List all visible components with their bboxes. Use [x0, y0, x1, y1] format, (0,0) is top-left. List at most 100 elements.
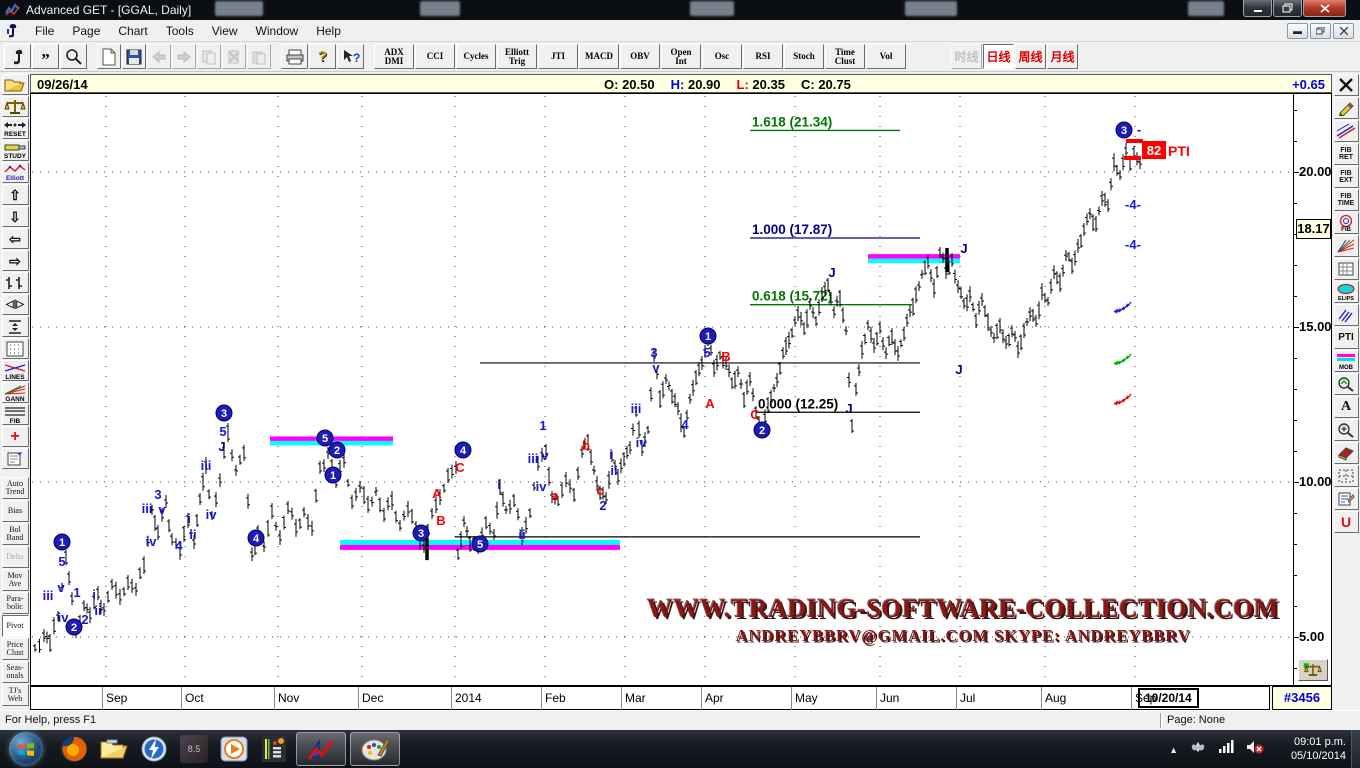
taskbar-icon-paint[interactable] — [350, 732, 400, 766]
indicator-rsi[interactable]: RSI — [743, 44, 783, 69]
indicator-elliott-trig[interactable]: ElliottTrig — [497, 44, 537, 69]
window-close-button[interactable] — [1303, 0, 1346, 17]
child-restore-button[interactable] — [1310, 23, 1331, 39]
window-restore-button[interactable] — [1273, 0, 1302, 17]
save-button[interactable] — [122, 44, 146, 69]
arrow-down-button[interactable]: ⇩ — [2, 206, 29, 227]
tray-icon-hidden-icons[interactable]: ▲ — [1169, 740, 1178, 758]
menu-page[interactable]: Page — [63, 21, 109, 41]
expand-horizontal-button[interactable]: ◁|▷ — [2, 294, 29, 315]
menu-tools[interactable]: Tools — [157, 21, 203, 41]
next-page-button[interactable] — [172, 44, 196, 69]
bar-width-button[interactable] — [2, 272, 29, 293]
study-parabolic-button[interactable]: Para-bolic — [2, 592, 29, 614]
red-cross-button[interactable]: + — [2, 426, 29, 447]
reset-button[interactable]: RESET — [2, 118, 29, 139]
study-delta-button[interactable]: Delta — [2, 546, 29, 568]
elliott-button[interactable]: Elliott — [2, 162, 29, 183]
fan-lines-button[interactable] — [1334, 235, 1359, 257]
annotation-button[interactable] — [2, 448, 29, 469]
indicator-jti[interactable]: JTI — [538, 44, 578, 69]
delete-page-button[interactable] — [222, 44, 246, 69]
taskbar-icon-volume-mixer[interactable] — [254, 731, 294, 767]
fib-ret-button[interactable]: FIBRET — [1334, 143, 1359, 165]
eraser-button[interactable] — [1334, 442, 1359, 464]
study-priceclust-button[interactable]: PriceClust — [2, 638, 29, 660]
taskbar-icon-advanced-get[interactable] — [296, 732, 346, 766]
menu-view[interactable]: View — [203, 21, 247, 41]
mob-tool-button[interactable]: MOB — [1334, 350, 1359, 372]
new-chart-button[interactable] — [97, 44, 121, 69]
indicator-vol[interactable]: Vol — [866, 44, 906, 69]
taskbar-clock[interactable]: 09:01 p.m. 05/10/2014 — [1291, 735, 1346, 763]
indicator-time-clust[interactable]: TimeClust — [825, 44, 865, 69]
indicator-stoch[interactable]: Stoch — [784, 44, 824, 69]
pencil-button[interactable] — [1334, 97, 1359, 119]
indicator-osc[interactable]: Osc — [702, 44, 742, 69]
arrow-up-button[interactable]: ⇧ — [2, 184, 29, 205]
window-minimize-button[interactable] — [1243, 0, 1272, 17]
period-月线[interactable]: 月线 — [1047, 44, 1078, 69]
indicator-macd[interactable]: MACD — [579, 44, 619, 69]
grid-dots-button[interactable] — [2, 338, 29, 359]
study-pivot-button[interactable]: Pivot — [2, 615, 29, 637]
period-日线[interactable]: 日线 — [983, 44, 1014, 69]
compress-vertical-button[interactable] — [2, 316, 29, 337]
tray-icon-volume-muted[interactable] — [1246, 740, 1264, 759]
ellipse-tool-button[interactable]: ELIPS — [1334, 281, 1359, 303]
grid-tool-button[interactable] — [1334, 258, 1359, 280]
fib-ext-button[interactable]: FIBEXT — [1334, 166, 1359, 188]
gann-button[interactable]: GANN — [2, 382, 29, 403]
indicator-cycles[interactable]: Cycles — [456, 44, 496, 69]
chart-window-icon[interactable] — [4, 23, 20, 39]
price-axis[interactable]: 18.17 20.0015.0010.005.00 — [1294, 93, 1332, 686]
lines-button[interactable]: LINES — [2, 360, 29, 381]
indicator-cci[interactable]: CCI — [415, 44, 455, 69]
taskbar-icon-firefox[interactable] — [54, 731, 94, 767]
magnifier-button[interactable] — [60, 44, 87, 69]
paste-page-button[interactable] — [247, 44, 271, 69]
trend-lines-button[interactable] — [1334, 120, 1359, 142]
menu-file[interactable]: File — [26, 21, 63, 41]
pti-tool-button[interactable]: PTI — [1334, 327, 1359, 349]
indicator-open-int[interactable]: OpenInt — [661, 44, 701, 69]
study-bolband-button[interactable]: BolBand — [2, 523, 29, 545]
taskbar-icon-app-85[interactable]: 8.5 — [174, 731, 214, 767]
study-tjsweb-button[interactable]: TJ'sWeb — [2, 684, 29, 706]
arrow-right-button[interactable]: ⇨ — [2, 250, 29, 271]
child-close-button[interactable] — [1333, 23, 1354, 39]
show-desktop-button[interactable] — [1351, 730, 1360, 768]
study-bias-button[interactable]: Bias — [2, 500, 29, 522]
child-minimize-button[interactable]: ▬ — [1287, 23, 1308, 39]
text-tool-button[interactable]: A — [1334, 396, 1359, 418]
study-movave-button[interactable]: MovAve — [2, 569, 29, 591]
month-panel[interactable]: 10/20/14 SepOctNovDec2014FebMarAprMayJun… — [30, 686, 1270, 710]
start-button[interactable] — [6, 732, 46, 766]
period-周线[interactable]: 周线 — [1015, 44, 1046, 69]
dashed-grid-button[interactable] — [1334, 465, 1359, 487]
get-pin-button[interactable] — [4, 44, 31, 69]
study-autotrend-button[interactable]: AutoTrend — [2, 477, 29, 499]
tray-icon-signal[interactable] — [1218, 740, 1234, 758]
menu-chart[interactable]: Chart — [109, 21, 156, 41]
menu-window[interactable]: Window — [247, 21, 308, 41]
help-button[interactable]: ? — [309, 44, 336, 69]
menu-help[interactable]: Help — [307, 21, 350, 41]
hatch-lines-button[interactable] — [1334, 304, 1359, 326]
fib-lines-button[interactable]: FIB — [2, 404, 29, 425]
taskbar-icon-media-player[interactable] — [214, 731, 254, 767]
folder-open-button[interactable] — [2, 74, 29, 95]
taskbar-icon-daemon-tools[interactable] — [134, 731, 174, 767]
period-时线[interactable]: 时线 — [951, 44, 982, 69]
taskbar-icon-explorer[interactable] — [94, 731, 134, 767]
fib-time-button[interactable]: FIBTIME — [1334, 189, 1359, 211]
chart-canvas[interactable]: 1.618 (21.34)1.000 (17.87)0.618 (15.72)0… — [30, 93, 1294, 686]
arrow-left-button[interactable]: ⇦ — [2, 228, 29, 249]
study-button[interactable]: STUDY — [2, 140, 29, 161]
print-button[interactable] — [281, 44, 308, 69]
prev-page-button[interactable] — [147, 44, 171, 69]
zoom-in-button[interactable] — [1334, 419, 1359, 441]
scales-button[interactable] — [2, 96, 29, 117]
context-help-button[interactable]: ? — [337, 44, 364, 69]
quote-marks-button[interactable]: ” — [32, 44, 59, 69]
